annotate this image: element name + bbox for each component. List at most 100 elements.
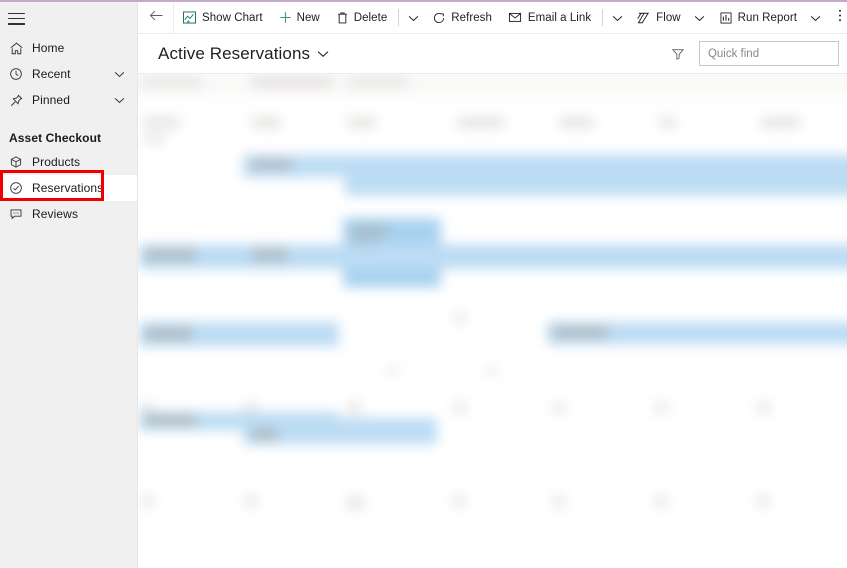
chevron-down-icon (810, 9, 821, 27)
filter-icon[interactable] (671, 47, 685, 61)
quick-find-box[interactable] (698, 41, 847, 66)
grid-redacted-content (138, 74, 847, 568)
sidebar-item-label: Home (32, 41, 65, 55)
command-separator (398, 9, 400, 26)
grid-redaction (655, 495, 668, 508)
run-report-button[interactable]: Run Report (711, 2, 805, 33)
grid-redaction (245, 495, 258, 508)
grid-redaction (655, 401, 668, 414)
sidebar-item-recent[interactable]: Recent (0, 61, 137, 87)
new-button[interactable]: New (271, 2, 328, 33)
hamburger-menu-button[interactable] (0, 2, 137, 35)
grid-redaction (455, 311, 466, 325)
grid-redaction (553, 495, 566, 508)
grid-redaction (141, 495, 154, 508)
grid-redaction (453, 495, 466, 508)
grid-redaction (145, 327, 193, 341)
grid-redaction (251, 428, 278, 441)
sidebar-item-products[interactable]: Products (0, 149, 137, 175)
grid-redaction (347, 117, 376, 129)
grid-redaction (347, 401, 362, 414)
grid-redaction (251, 248, 288, 261)
grid-redaction (757, 401, 770, 414)
grid-redaction (457, 117, 505, 129)
check-circle-icon (9, 180, 27, 196)
grid-header-strip (138, 74, 847, 96)
delete-overflow-caret[interactable] (402, 2, 424, 33)
delete-button[interactable]: Delete (328, 2, 396, 33)
grid-redaction (485, 366, 497, 376)
new-label: New (296, 11, 320, 24)
refresh-label: Refresh (451, 11, 492, 24)
command-separator (602, 9, 604, 26)
flow-button[interactable]: Flow (628, 2, 688, 33)
email-a-link-button[interactable]: Email a Link (500, 2, 599, 33)
delete-label: Delete (353, 11, 388, 24)
flow-caret[interactable] (689, 2, 711, 33)
main-content: Show Chart New Delete Refresh Email a Li… (137, 2, 847, 568)
grid-redaction (347, 77, 409, 88)
grid-redaction (251, 77, 333, 88)
chevron-down-icon[interactable] (114, 91, 125, 109)
run-report-caret[interactable] (805, 2, 827, 33)
grid-selected-row[interactable] (139, 244, 847, 269)
sitemap-sidebar: Home Recent Pinned Asset Checkout Produc… (0, 2, 137, 568)
chevron-down-icon (694, 9, 705, 27)
grid-redaction (453, 401, 466, 414)
grid-redaction (351, 226, 388, 237)
grid-redaction (143, 117, 180, 129)
sidebar-item-reviews[interactable]: Reviews (0, 201, 137, 227)
grid-redaction (141, 77, 203, 88)
view-header: Active Reservations (138, 34, 847, 74)
show-chart-label: Show Chart (202, 11, 263, 24)
grid-redaction (553, 401, 566, 414)
show-chart-button[interactable]: Show Chart (174, 2, 271, 33)
command-bar: Show Chart New Delete Refresh Email a Li… (138, 2, 847, 34)
grid-redaction (347, 495, 364, 510)
grid-redaction (251, 117, 282, 129)
flow-label: Flow (656, 11, 681, 24)
email-a-link-label: Email a Link (527, 11, 592, 24)
sidebar-item-label: Reviews (32, 207, 79, 221)
sidebar-item-label: Products (32, 155, 81, 169)
trash-icon (336, 11, 349, 25)
menu-icon (8, 12, 25, 25)
chevron-down-icon[interactable] (114, 65, 125, 83)
grid-redaction (559, 117, 594, 129)
refresh-button[interactable]: Refresh (424, 2, 500, 33)
plus-icon (279, 11, 292, 24)
grid-redaction (145, 413, 197, 427)
grid-redaction (757, 495, 770, 508)
grid-redaction (761, 117, 800, 129)
sidebar-item-pinned[interactable]: Pinned (0, 87, 137, 113)
pin-icon (9, 92, 27, 108)
back-arrow-icon (149, 9, 164, 27)
run-report-label: Run Report (737, 11, 797, 24)
more-options-icon (838, 8, 842, 28)
search-input[interactable] (707, 47, 847, 60)
email-link-icon (508, 11, 523, 24)
chevron-down-icon[interactable] (317, 50, 329, 58)
flow-icon (636, 11, 651, 25)
home-icon (9, 40, 27, 56)
view-selector-title[interactable]: Active Reservations (158, 44, 310, 64)
app-window: Home Recent Pinned Asset Checkout Produc… (0, 0, 847, 568)
back-button[interactable] (140, 2, 174, 33)
grid-redaction (143, 134, 166, 144)
clock-icon (9, 66, 27, 82)
grid-redaction (251, 158, 293, 171)
records-grid[interactable] (138, 74, 847, 568)
sidebar-item-label: Reservations (32, 181, 104, 195)
grid-selected-row[interactable] (345, 171, 847, 196)
sidebar-item-label: Pinned (32, 93, 70, 107)
grid-redaction (145, 248, 197, 261)
sidebar-item-home[interactable]: Home (0, 35, 137, 61)
grid-redaction (387, 366, 399, 376)
chevron-down-icon (612, 9, 623, 27)
refresh-icon (432, 11, 446, 25)
grid-redaction (659, 117, 676, 129)
email-overflow-caret[interactable] (606, 2, 628, 33)
sidebar-item-reservations[interactable]: Reservations (0, 175, 137, 201)
more-commands-button[interactable] (827, 2, 847, 33)
